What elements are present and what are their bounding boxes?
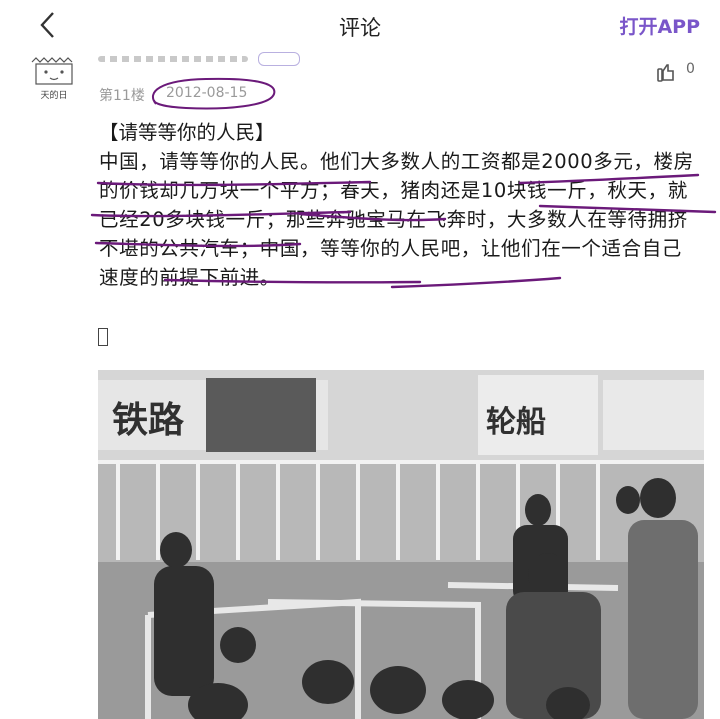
thumbs-up-icon bbox=[657, 64, 674, 82]
open-app-button[interactable]: 打开APP bbox=[619, 12, 700, 39]
floor-number: 第11楼 bbox=[99, 88, 145, 104]
missing-glyph-box: . bbox=[98, 328, 108, 346]
station-photo-illustration: 铁路 轮船 bbox=[98, 370, 704, 719]
comment-content: 【请等等你的人民】 中国，请等等你的人民。他们大多数人的工资都是2000多元，楼… bbox=[99, 118, 699, 292]
avatar-label: 天的日 bbox=[40, 91, 68, 101]
username-redacted bbox=[98, 52, 308, 66]
date-circle-annotation bbox=[151, 77, 276, 110]
top-bar: 评论 打开APP bbox=[0, 0, 720, 50]
like-control[interactable]: 0 bbox=[656, 61, 704, 85]
avatar[interactable]: 天的日 bbox=[26, 56, 82, 106]
sign-railway: 铁路 bbox=[112, 400, 185, 441]
embedded-photo[interactable]: 铁路 轮船 bbox=[98, 370, 704, 719]
like-count: 0 bbox=[686, 61, 695, 77]
comment-body: 中国，请等等你的人民。他们大多数人的工资都是2000多元，楼房的价钱却几万块一个… bbox=[99, 150, 694, 289]
user-badge-blur bbox=[258, 52, 300, 66]
username-blur bbox=[98, 56, 248, 62]
page-title: 评论 bbox=[339, 16, 381, 40]
comment-title: 【请等等你的人民】 bbox=[99, 121, 275, 144]
cartoon-face-icon bbox=[31, 57, 73, 85]
sign-ship: 轮船 bbox=[486, 405, 546, 440]
